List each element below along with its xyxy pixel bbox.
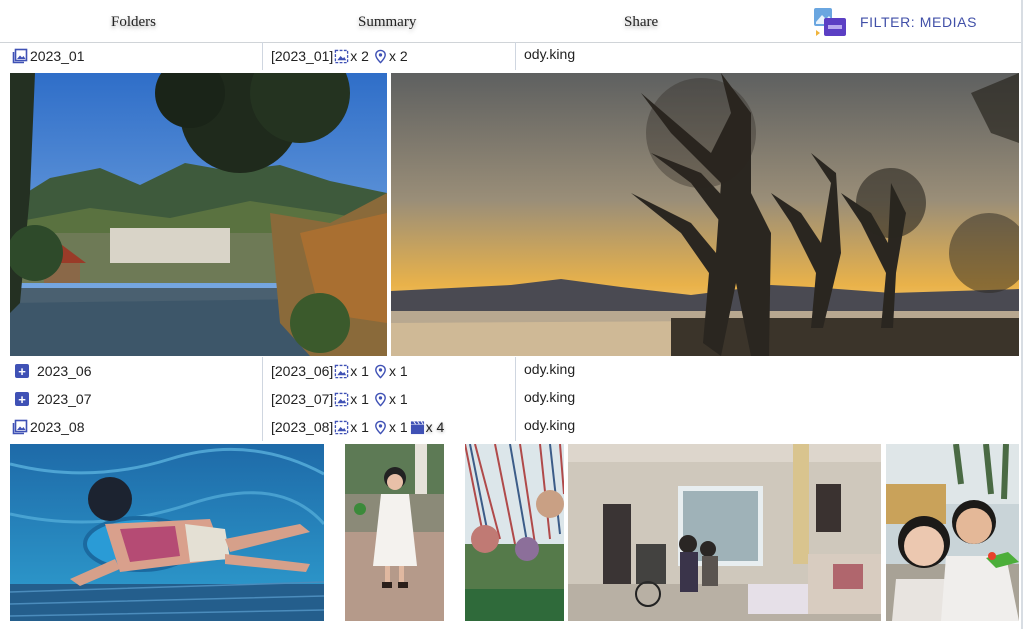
photo-selfie-parrot[interactable] (886, 444, 1019, 621)
photo-count-icon (335, 420, 349, 434)
share-cell: ody.king (515, 385, 575, 413)
table-header: Folders Summary Share FILTER: MEDIAS (0, 0, 1021, 43)
summary-tag: [2023_07] (271, 391, 334, 407)
filter-label: FILTER: MEDIAS (860, 14, 978, 30)
gallery-icon[interactable] (12, 48, 28, 64)
folder-name-cell: + 2023_07 (12, 385, 262, 413)
folder-name-cell: 2023_01 (12, 42, 262, 70)
folders-column-header[interactable]: Folders (111, 14, 156, 31)
share-user[interactable]: ody.king (524, 389, 575, 405)
share-cell: ody.king (515, 357, 575, 385)
folder-name[interactable]: 2023_07 (37, 391, 92, 407)
share-user[interactable]: ody.king (524, 46, 575, 62)
folder-row[interactable]: + 2023_06 [2023_06] x 1 x 1 ody.king (8, 357, 1021, 385)
pdf-file-icon (814, 8, 846, 36)
share-user[interactable]: ody.king (524, 361, 575, 377)
photo-count: x 2 (350, 48, 369, 64)
location-pin-icon (375, 392, 386, 407)
photo-swimming-pool[interactable] (10, 444, 324, 621)
place-count: x 1 (388, 391, 408, 407)
photo-count: x 1 (350, 419, 369, 435)
photo-swing-ride[interactable] (465, 444, 564, 621)
video-clapper-icon (410, 420, 424, 434)
folder-name[interactable]: 2023_01 (30, 48, 85, 64)
folder-name[interactable]: 2023_06 (37, 363, 92, 379)
filter-medias-button[interactable]: FILTER: MEDIAS (812, 6, 977, 38)
share-cell: ody.king (515, 42, 575, 70)
folder-row[interactable]: 2023_01 [2023_01] x 2 x 2 ody.king (8, 42, 1021, 70)
expand-plus-icon[interactable]: + (15, 364, 29, 378)
summary-tag: [2023_08] (271, 419, 334, 435)
share-user[interactable]: ody.king (524, 417, 575, 433)
place-count: x 1 (388, 419, 408, 435)
folder-row[interactable]: 2023_08 [2023_08] x 1 x 1 x 4 ody.king (8, 413, 1021, 441)
share-column-header[interactable]: Share (624, 14, 658, 31)
location-pin-icon (375, 49, 386, 64)
summary-cell: [2023_01] x 2 x 2 (262, 42, 515, 70)
summary-column-header[interactable]: Summary (358, 14, 416, 31)
summary-cell: [2023_06] x 1 x 1 (262, 357, 515, 385)
expand-plus-icon[interactable]: + (15, 392, 29, 406)
photo-living-room[interactable] (568, 444, 881, 621)
photo-girl-white-dress[interactable] (345, 444, 444, 621)
summary-cell: [2023_08] x 1 x 1 x 4 (262, 413, 515, 441)
location-pin-icon (375, 420, 386, 435)
gallery-icon[interactable] (12, 419, 28, 435)
photo-count: x 1 (350, 363, 369, 379)
photo-sunset-trees[interactable] (391, 73, 1019, 356)
share-cell: ody.king (515, 413, 575, 441)
photo-count-icon (335, 49, 349, 63)
place-count: x 1 (388, 363, 408, 379)
folder-name-cell: + 2023_06 (12, 357, 262, 385)
video-count: x 4 (425, 419, 445, 435)
folder-row[interactable]: + 2023_07 [2023_07] x 1 x 1 ody.king (8, 385, 1021, 413)
summary-tag: [2023_06] (271, 363, 334, 379)
place-count: x 2 (388, 48, 408, 64)
photo-lake-village[interactable] (10, 73, 387, 356)
location-pin-icon (375, 364, 386, 379)
photo-count-icon (335, 392, 349, 406)
scrollbar-track[interactable] (1021, 0, 1023, 629)
folder-name[interactable]: 2023_08 (30, 419, 85, 435)
folder-name-cell: 2023_08 (12, 413, 262, 441)
summary-cell: [2023_07] x 1 x 1 (262, 385, 515, 413)
summary-tag: [2023_01] (271, 48, 334, 64)
photo-count-icon (335, 364, 349, 378)
photo-count: x 1 (350, 391, 369, 407)
